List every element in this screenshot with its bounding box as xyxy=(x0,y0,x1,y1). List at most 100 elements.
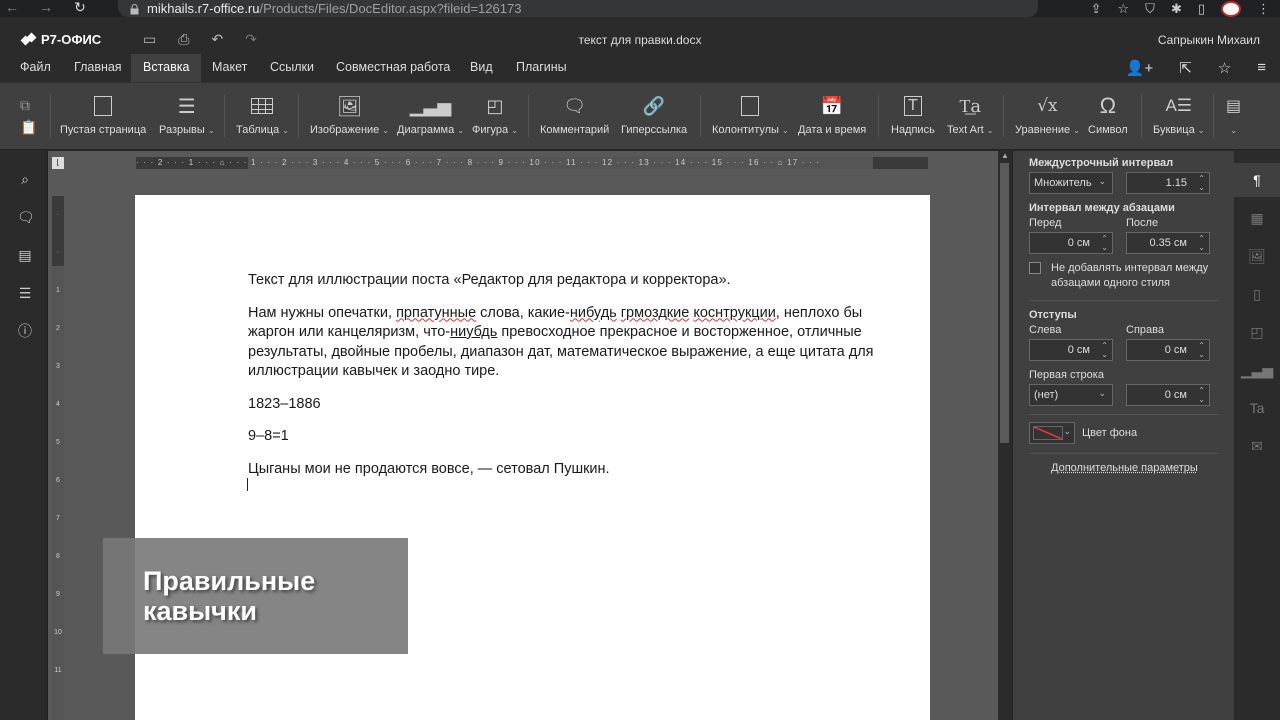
table-button[interactable]: Таблица ⌄ xyxy=(236,93,289,136)
tab-stop-selector[interactable]: ⌊ xyxy=(52,157,64,169)
text-art-settings-icon[interactable]: Ta xyxy=(1234,391,1280,425)
back-icon[interactable]: ← xyxy=(0,0,24,17)
blank-page-button[interactable]: Пустая страница xyxy=(60,93,146,136)
chat-icon[interactable]: ▤ xyxy=(17,247,33,263)
background-color-picker[interactable]: ⌄ xyxy=(1029,422,1075,444)
chevron-down-icon: ⌄ xyxy=(1098,176,1106,186)
browser-menu-icon[interactable]: ⋮ xyxy=(1257,1,1270,17)
spinner-icon: ⌃ ⌄ xyxy=(1101,341,1108,359)
left-panel: ⌕ 🗨 ▤ ☰ ⓘ xyxy=(0,151,48,720)
profile-avatar[interactable] xyxy=(1221,0,1241,17)
no-color-swatch-icon xyxy=(1033,426,1063,440)
chart-button[interactable]: ▁▃▅ Диаграмма ⌄ xyxy=(397,93,464,137)
table-settings-icon[interactable]: ▦ xyxy=(1234,201,1280,235)
url-host: mikhails.r7-office.ru xyxy=(147,1,260,16)
symbol-button[interactable]: Ω Символ xyxy=(1088,93,1128,136)
favorite-star-icon[interactable]: ☆ xyxy=(1218,59,1231,77)
text-cursor xyxy=(247,478,248,491)
bookmark-star-icon[interactable]: ☆ xyxy=(1118,1,1130,17)
spinner-icon: ⌃ ⌄ xyxy=(1198,386,1205,404)
indents-label: Отступы xyxy=(1029,309,1077,321)
paragraph-settings-icon[interactable]: ¶ xyxy=(1234,163,1280,197)
tab-home[interactable]: Главная xyxy=(62,54,134,82)
text-box-button[interactable]: T Надпись xyxy=(891,93,935,136)
first-line-label: Первая строка xyxy=(1029,369,1104,381)
document-body[interactable]: Текст для иллюстрации поста «Редактор дл… xyxy=(248,271,888,492)
equation-icon: √x xyxy=(1037,96,1058,116)
comments-icon[interactable]: 🗨 xyxy=(17,209,35,225)
advanced-settings-link[interactable]: Дополнительные параметры xyxy=(1051,462,1198,474)
paragraph-5[interactable]: Цыганы мои не продаются вовсе, — сетовал… xyxy=(248,460,888,480)
extensions-puzzle-icon[interactable]: ✱ xyxy=(1171,1,1182,17)
text-art-button[interactable]: T͟a Text Art ⌄ xyxy=(947,93,993,137)
browser-bar: ← → ↻ mikhails.r7-office.ru/Products/Fil… xyxy=(0,0,1280,17)
drop-cap-icon: A☰ xyxy=(1165,96,1193,115)
paragraph-4[interactable]: 9–8=1 xyxy=(248,427,888,447)
shape-icon: ◰ xyxy=(486,95,504,116)
drop-cap-button[interactable]: A☰ Буквица ⌄ xyxy=(1153,93,1204,136)
image-settings-icon[interactable]: 🖼 xyxy=(1234,239,1280,273)
right-indent-input[interactable]: 0 см ⌃ ⌄ xyxy=(1126,339,1210,361)
tab-insert[interactable]: Вставка xyxy=(131,54,202,82)
left-indent-input[interactable]: 0 см ⌃ ⌄ xyxy=(1029,339,1113,361)
caption-overlay: Правильные кавычки xyxy=(103,538,408,654)
shape-settings-icon[interactable]: ◰ xyxy=(1234,315,1280,349)
navigation-icon[interactable]: ☰ xyxy=(17,285,33,301)
vertical-scrollbar[interactable]: ▲ xyxy=(998,151,1012,720)
spelling-error: грмоздкие xyxy=(620,304,690,321)
tab-collaboration[interactable]: Совместная работа xyxy=(324,54,462,82)
date-time-button[interactable]: 📅 Дата и время xyxy=(798,93,866,137)
open-location-icon[interactable]: ⇱ xyxy=(1179,59,1192,77)
horizontal-ruler[interactable]: · · · 2 · · · 1 · · · ⌂ · · · 1 · · · 2 … xyxy=(136,157,928,169)
equation-button[interactable]: √x Уравнение ⌄ xyxy=(1015,93,1080,136)
more-button[interactable]: ▤ ⌄ xyxy=(1226,93,1241,136)
scrollbar-thumb[interactable] xyxy=(1000,163,1009,443)
tab-file[interactable]: Файл xyxy=(8,54,63,82)
shape-button[interactable]: ◰ Фигура ⌄ xyxy=(472,93,518,137)
spelling-error: коснтрукции xyxy=(693,304,776,321)
tab-plugins[interactable]: Плагины xyxy=(504,54,579,82)
image-button[interactable]: 🖼 Изображение ⌄ xyxy=(310,93,389,137)
spacing-before-input[interactable]: 0 см ⌃ ⌄ xyxy=(1029,232,1113,254)
paragraph-3[interactable]: 1823–1886 xyxy=(248,395,888,415)
header-footer-settings-icon[interactable]: ▯ xyxy=(1234,277,1280,311)
paste-icon[interactable]: 📋 xyxy=(20,115,37,139)
tab-view[interactable]: Вид xyxy=(458,54,505,82)
before-label: Перед xyxy=(1029,217,1062,229)
mail-merge-icon[interactable]: ✉ xyxy=(1234,429,1280,463)
forward-icon[interactable]: → xyxy=(34,0,58,17)
first-line-value-input[interactable]: 0 см ⌃ ⌄ xyxy=(1126,384,1210,406)
add-user-icon[interactable]: 👤+ xyxy=(1126,59,1153,77)
scroll-up-icon[interactable]: ▲ xyxy=(1001,151,1009,160)
breaks-icon: ☰ xyxy=(177,95,196,118)
search-icon[interactable]: ⌕ xyxy=(17,171,33,187)
copy-icon[interactable]: ⧉ xyxy=(20,93,30,117)
sidebar-icon[interactable]: ▯ xyxy=(1198,1,1205,17)
comment-icon: 🗨 xyxy=(563,95,587,116)
chart-settings-icon[interactable]: ▁▃▅ xyxy=(1234,353,1280,387)
paragraph-1[interactable]: Текст для иллюстрации поста «Редактор дл… xyxy=(248,271,888,291)
hamburger-menu-icon[interactable]: ≡ xyxy=(1257,59,1266,77)
first-line-type-select[interactable]: (нет) ⌄ xyxy=(1029,384,1113,406)
breaks-button[interactable]: ☰ Разрывы ⌄ xyxy=(159,93,215,137)
info-icon[interactable]: ⓘ xyxy=(17,323,33,339)
comment-button[interactable]: 🗨 Комментарий xyxy=(540,93,609,137)
text-box-icon: T xyxy=(904,96,922,116)
user-name[interactable]: Сапрыкин Михаил xyxy=(1158,33,1260,47)
share-icon[interactable]: ⇪ xyxy=(1091,1,1102,17)
hyperlink-button[interactable]: 🔗 Гиперссылка xyxy=(621,93,687,137)
spelling-error: прпатунные xyxy=(396,304,477,321)
paragraph-2[interactable]: Нам нужны опечатки, прпатунные слова, ка… xyxy=(248,304,888,382)
reload-icon[interactable]: ↻ xyxy=(68,0,92,17)
spacing-after-input[interactable]: 0.35 см ⌃ ⌄ xyxy=(1126,232,1210,254)
line-spacing-type-select[interactable]: Множитель ⌄ xyxy=(1029,172,1113,194)
vertical-ruler[interactable]: · · 1 2 3 4 5 6 7 8 9 10 11 xyxy=(52,196,64,720)
tab-references[interactable]: Ссылки xyxy=(258,54,326,82)
line-spacing-value-input[interactable]: 1.15 ⌃ ⌄ xyxy=(1126,172,1210,194)
tab-layout[interactable]: Макет xyxy=(200,54,259,82)
no-spacing-same-style-checkbox[interactable] xyxy=(1029,262,1041,274)
shield-extension-icon[interactable]: ⛉ xyxy=(1145,1,1155,17)
insert-toolbar: ⧉ 📋 Пустая страница ☰ Разрывы ⌄ Таблица … xyxy=(0,82,1280,150)
address-bar[interactable]: mikhails.r7-office.ru/Products/Files/Doc… xyxy=(118,0,1038,17)
header-footer-button[interactable]: Колонтитулы ⌄ xyxy=(712,93,789,136)
